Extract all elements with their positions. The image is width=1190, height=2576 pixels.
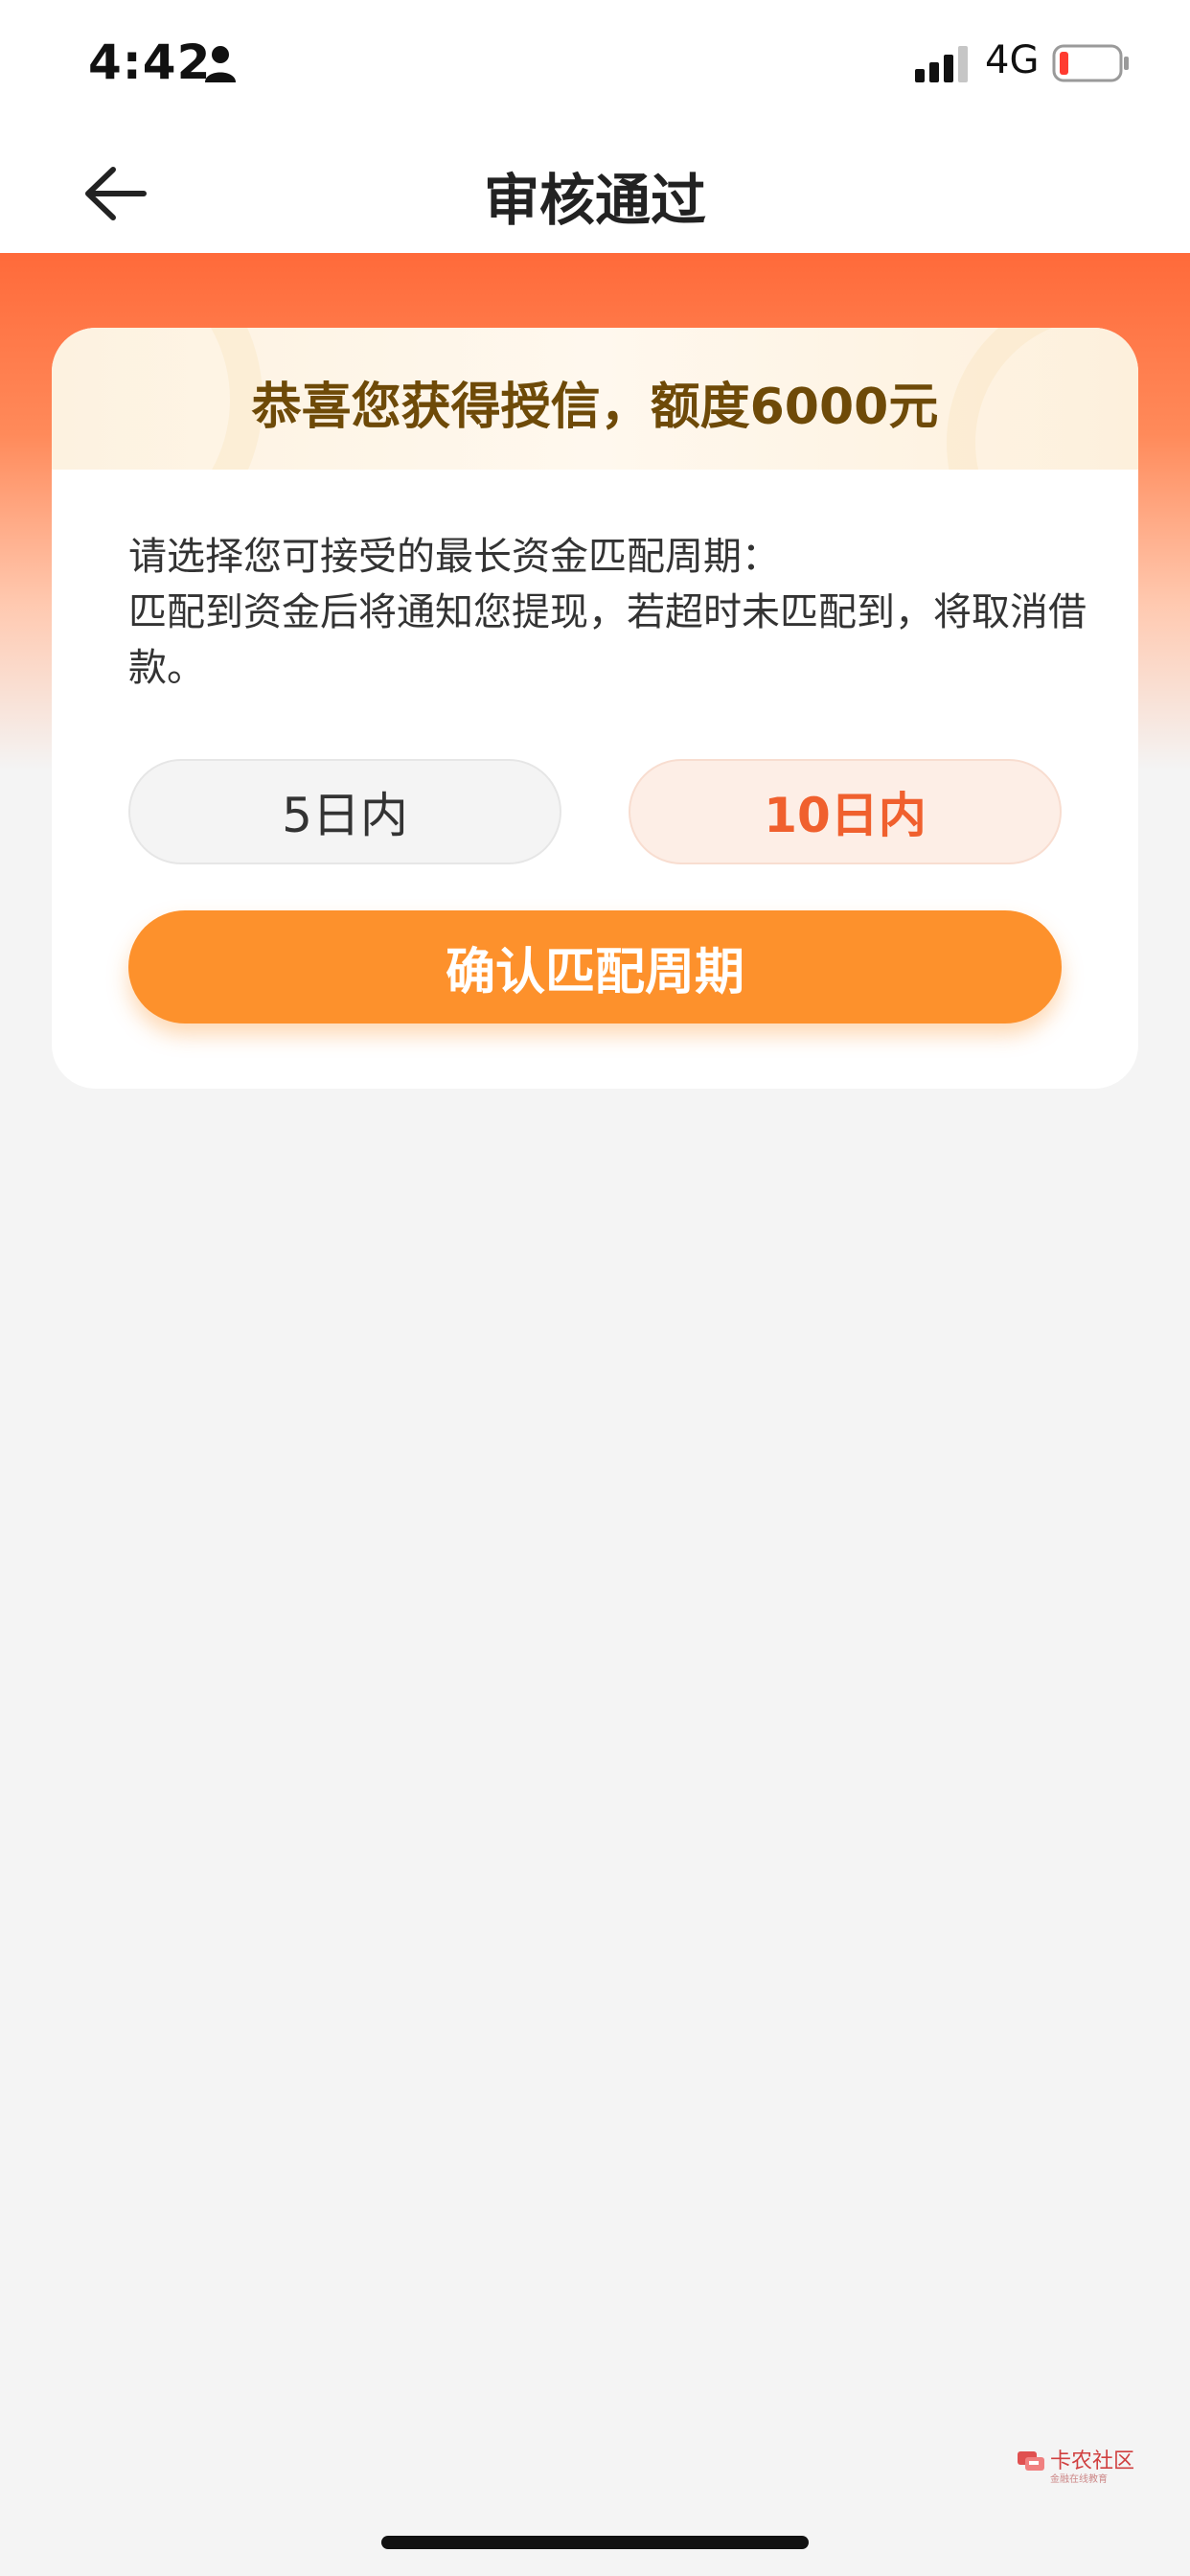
credit-congrats-text: 恭喜您获得授信，额度6000元 <box>251 379 939 436</box>
signal-icon <box>915 46 968 82</box>
watermark-subtitle: 金融在线教育 <box>1050 2474 1108 2485</box>
matching-period-instructions: 请选择您可接受的最长资金匹配周期： 匹配到资金后将通知您提现，若超时未匹配到，将… <box>128 535 1087 690</box>
confirm-period-button[interactable]: 确认匹配周期 <box>128 910 1062 1024</box>
home-indicator[interactable] <box>381 2536 809 2549</box>
community-logo-icon <box>1018 2451 1044 2471</box>
network-type: 4G <box>985 38 1040 82</box>
screen: 4:42 4G 审核通过 恭喜您获得授信，额度6000元 请选择您可接受的最长资… <box>0 0 1190 2576</box>
approval-card: 恭喜您获得授信，额度6000元 请选择您可接受的最长资金匹配周期： 匹配到资金后… <box>52 328 1138 1089</box>
battery-icon <box>1052 44 1129 82</box>
period-option-10-days[interactable]: 10日内 <box>629 759 1062 864</box>
community-watermark: 卡农社区 金融在线教育 <box>1016 2442 1140 2490</box>
person-icon <box>205 46 236 82</box>
period-option-5-days[interactable]: 5日内 <box>128 759 561 864</box>
nav-bar: 审核通过 <box>0 134 1190 253</box>
status-time: 4:42 <box>88 34 212 90</box>
page-title: 审核通过 <box>483 168 706 233</box>
status-bar: 4:42 4G <box>0 0 1190 134</box>
card-header: 恭喜您获得授信，额度6000元 <box>52 328 1138 470</box>
